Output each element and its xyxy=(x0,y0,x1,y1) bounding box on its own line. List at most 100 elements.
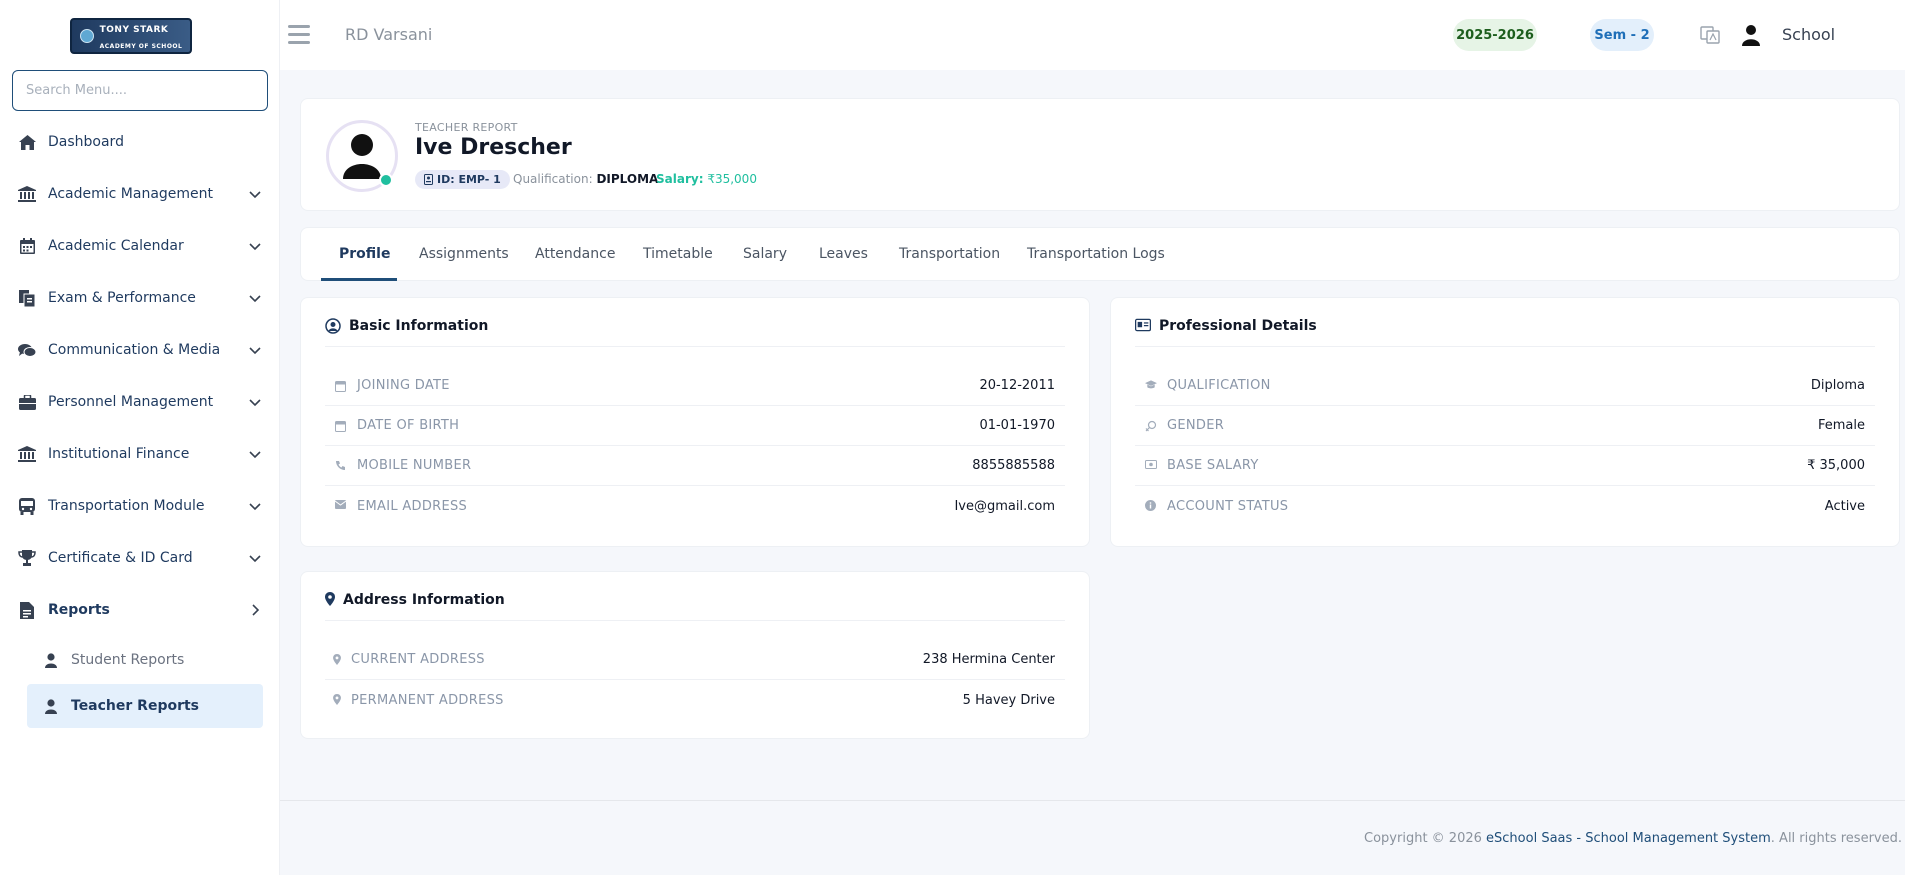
info-row-permanent-address: PERMANENT ADDRESS 5 Havey Drive xyxy=(325,680,1065,720)
tab-profile[interactable]: Profile xyxy=(339,246,390,262)
info-row-base-salary: BASE SALARY ₹ 35,000 xyxy=(1135,446,1875,486)
info-row-current-address: CURRENT ADDRESS 238 Hermina Center xyxy=(325,640,1065,680)
sidebar-subitem-teacher-reports[interactable]: Teacher Reports xyxy=(27,684,263,728)
sidebar-item-label: Certificate & ID Card xyxy=(48,550,193,566)
chat-icon xyxy=(18,341,36,359)
session-badge[interactable]: 2025-2026 xyxy=(1453,19,1537,51)
sidebar-item-label: Institutional Finance xyxy=(48,446,190,462)
salary-value: ₹35,000 xyxy=(707,172,757,186)
school-logo[interactable]: TONY STARK ACADEMY OF SCHOOL xyxy=(70,18,192,54)
sidebar-item-label: Dashboard xyxy=(48,134,124,150)
online-status-indicator xyxy=(379,173,393,187)
salary-summary: Salary: ₹35,000 xyxy=(656,172,757,186)
user-name[interactable]: School xyxy=(1782,25,1835,44)
chevron-down-icon xyxy=(249,451,261,459)
employee-id: ID: EMP- 1 xyxy=(437,173,501,186)
id-card-icon xyxy=(424,174,433,185)
chevron-down-icon xyxy=(249,191,261,199)
logo-text-line1: TONY STARK xyxy=(99,25,169,35)
sidebar-item-academic-management[interactable]: Academic Management xyxy=(0,168,280,220)
calendar-icon xyxy=(335,380,347,392)
qualification-summary: Qualification: DIPLOMA xyxy=(513,172,659,186)
money-bill-icon xyxy=(1145,459,1157,472)
map-marker-icon xyxy=(333,694,341,706)
chevron-down-icon xyxy=(249,555,261,563)
user-icon xyxy=(43,652,59,668)
user-icon xyxy=(43,698,59,714)
teacher-name: Ive Drescher xyxy=(415,135,572,160)
sidebar-item-label: Academic Calendar xyxy=(48,238,184,254)
semester-badge[interactable]: Sem - 2 xyxy=(1590,19,1654,51)
sidebar-subitem-label: Student Reports xyxy=(71,652,185,668)
school-name: RD Varsani xyxy=(345,25,433,44)
footer-divider xyxy=(280,800,1905,801)
info-row-joining-date: JOINING DATE 20-12-2011 xyxy=(325,366,1065,406)
report-icon xyxy=(18,601,36,619)
phone-icon xyxy=(335,460,347,472)
calendar-icon xyxy=(18,237,36,255)
tab-salary[interactable]: Salary xyxy=(743,246,787,262)
logo-text-line2: ACADEMY OF SCHOOL xyxy=(99,43,183,50)
sidebar-item-academic-calendar[interactable]: Academic Calendar xyxy=(0,220,280,272)
address-information-card: Address Information CURRENT ADDRESS 238 … xyxy=(300,571,1090,739)
sidebar-item-label: Personnel Management xyxy=(48,394,214,410)
info-row-gender: GENDER Female xyxy=(1135,406,1875,446)
logo-emblem-icon xyxy=(79,29,94,43)
chevron-down-icon xyxy=(249,243,261,251)
sidebar-item-label: Reports xyxy=(48,602,110,618)
sidebar-item-certificate-id-card[interactable]: Certificate & ID Card xyxy=(0,532,280,584)
sidebar-item-exam-performance[interactable]: Exam & Performance xyxy=(0,272,280,324)
tab-timetable[interactable]: Timetable xyxy=(643,246,713,262)
info-circle-icon xyxy=(1145,500,1157,512)
id-card-icon xyxy=(1135,318,1151,334)
tab-transportation[interactable]: Transportation xyxy=(899,246,1000,262)
footer-link[interactable]: eSchool Saas - School Management System xyxy=(1486,831,1771,846)
sidebar-item-label: Transportation Module xyxy=(48,498,205,514)
sidebar-item-transportation-module[interactable]: Transportation Module xyxy=(0,480,280,532)
sidebar-item-reports[interactable]: Reports xyxy=(0,584,280,636)
section-title: Address Information xyxy=(325,592,505,608)
home-icon xyxy=(18,133,36,151)
sidebar-item-label: Communication & Media xyxy=(48,342,221,358)
briefcase-icon xyxy=(18,393,36,411)
sidebar-item-label: Exam & Performance xyxy=(48,290,196,306)
bank-icon xyxy=(18,445,36,463)
sidebar-menu: Dashboard Academic Management Academic C… xyxy=(0,116,280,728)
info-row-email-address: EMAIL ADDRESS Ive@gmail.com xyxy=(325,486,1065,526)
professional-details-card: Professional Details QUALIFICATION Diplo… xyxy=(1110,297,1900,547)
basic-information-card: Basic Information JOINING DATE 20-12-201… xyxy=(300,297,1090,547)
report-tabs: Profile Assignments Attendance Timetable… xyxy=(300,227,1900,281)
chevron-down-icon xyxy=(249,503,261,511)
graduation-cap-icon xyxy=(1145,379,1157,392)
sidebar-item-communication-media[interactable]: Communication & Media xyxy=(0,324,280,376)
top-header: RD Varsani 2025-2026 Sem - 2 School xyxy=(280,0,1905,70)
tab-leaves[interactable]: Leaves xyxy=(819,246,868,262)
sidebar-item-personnel-management[interactable]: Personnel Management xyxy=(0,376,280,428)
bus-icon xyxy=(18,497,36,515)
user-avatar-icon xyxy=(343,134,381,179)
user-avatar-icon[interactable] xyxy=(1740,24,1762,46)
institution-icon xyxy=(18,185,36,203)
language-icon[interactable] xyxy=(1700,25,1720,45)
tab-attendance[interactable]: Attendance xyxy=(535,246,615,262)
sidebar-subitem-student-reports[interactable]: Student Reports xyxy=(27,638,263,682)
info-row-date-of-birth: DATE OF BIRTH 01-01-1970 xyxy=(325,406,1065,446)
envelope-icon xyxy=(335,500,347,512)
sidebar: TONY STARK ACADEMY OF SCHOOL Dashboard A… xyxy=(0,0,280,875)
map-marker-icon xyxy=(325,592,335,608)
chevron-down-icon xyxy=(249,295,261,303)
sidebar-item-institutional-finance[interactable]: Institutional Finance xyxy=(0,428,280,480)
chevron-down-icon xyxy=(249,399,261,407)
exam-icon xyxy=(18,289,36,307)
section-title: Professional Details xyxy=(1135,318,1317,334)
footer-copyright: Copyright © 2026 eSchool Saas - School M… xyxy=(1364,831,1902,846)
tab-assignments[interactable]: Assignments xyxy=(419,246,509,262)
search-menu-input[interactable] xyxy=(12,70,268,111)
hamburger-menu-icon[interactable] xyxy=(288,25,310,45)
info-row-qualification: QUALIFICATION Diploma xyxy=(1135,366,1875,406)
user-circle-icon xyxy=(325,318,341,334)
report-type-label: TEACHER REPORT xyxy=(415,121,518,134)
info-row-mobile-number: MOBILE NUMBER 8855885588 xyxy=(325,446,1065,486)
tab-transportation-logs[interactable]: Transportation Logs xyxy=(1027,246,1165,262)
sidebar-item-dashboard[interactable]: Dashboard xyxy=(0,116,280,168)
